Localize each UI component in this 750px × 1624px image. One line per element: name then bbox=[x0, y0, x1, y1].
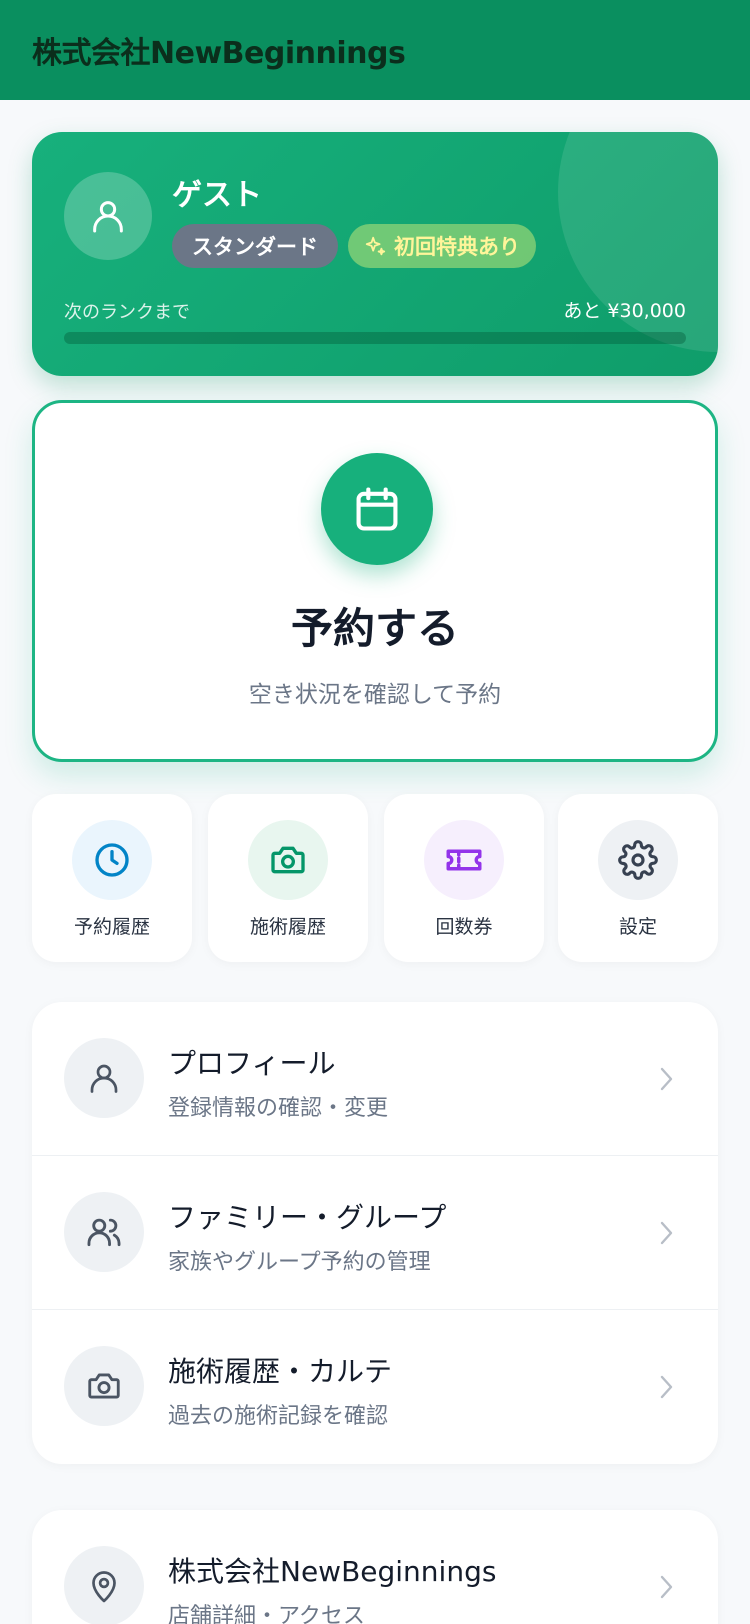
app-title: 株式会社NewBeginnings bbox=[32, 36, 406, 71]
menu-item-subtitle: 家族やグループ予約の管理 bbox=[168, 1250, 431, 1275]
tile-icon-circle bbox=[424, 820, 504, 900]
gear-icon bbox=[618, 840, 658, 880]
sparkles-icon bbox=[365, 236, 386, 256]
ticket-icon bbox=[446, 849, 482, 871]
users-icon bbox=[87, 1218, 121, 1247]
chevron-right-icon bbox=[660, 1575, 673, 1599]
calendar-icon bbox=[356, 487, 398, 531]
account-menu: プロフィール 登録情報の確認・変更 ファミリー・グループ 家族やグループ予約の管… bbox=[32, 1002, 718, 1464]
chevron-right-icon bbox=[660, 1221, 673, 1245]
reserve-button[interactable]: 予約する 空き状況を確認して予約 bbox=[32, 400, 718, 762]
tile-label: 予約履歴 bbox=[73, 916, 150, 938]
menu-icon-circle bbox=[64, 1192, 144, 1272]
next-rank-label: 次のランクまで bbox=[64, 302, 190, 323]
tile-icon-circle bbox=[72, 820, 152, 900]
tile-label: 施術履歴 bbox=[249, 916, 326, 938]
store-subtitle: 店舗詳細・アクセス bbox=[168, 1604, 365, 1624]
member-name: ゲスト bbox=[172, 178, 262, 213]
camera-icon bbox=[88, 1373, 120, 1399]
rank-progress-bar bbox=[64, 332, 686, 344]
menu-item-family-group[interactable]: ファミリー・グループ 家族やグループ予約の管理 bbox=[32, 1156, 718, 1310]
app-header: 株式会社NewBeginnings bbox=[0, 0, 750, 100]
store-card: 株式会社NewBeginnings 店舗詳細・アクセス bbox=[32, 1510, 718, 1624]
map-pin-icon bbox=[92, 1571, 116, 1603]
menu-icon-circle bbox=[64, 1038, 144, 1118]
menu-item-store-info[interactable]: 株式会社NewBeginnings 店舗詳細・アクセス bbox=[32, 1510, 718, 1624]
menu-item-title: プロフィール bbox=[168, 1047, 336, 1080]
reserve-title: 予約する bbox=[290, 604, 459, 653]
tile-settings[interactable]: 設定 bbox=[558, 794, 718, 962]
clock-icon bbox=[95, 843, 129, 877]
menu-icon-circle bbox=[64, 1546, 144, 1624]
menu-item-subtitle: 登録情報の確認・変更 bbox=[168, 1096, 389, 1121]
tile-icon-circle bbox=[598, 820, 678, 900]
tile-coupon-ticket[interactable]: 回数券 bbox=[384, 794, 544, 962]
chevron-right-icon bbox=[660, 1375, 673, 1399]
rank-badge: スタンダード bbox=[172, 224, 338, 268]
menu-item-profile[interactable]: プロフィール 登録情報の確認・変更 bbox=[32, 1002, 718, 1156]
benefit-badge-label: 初回特典あり bbox=[394, 235, 520, 259]
member-card[interactable]: ゲスト スタンダード 初回特典あり 次のランクまで あと ¥30,000 bbox=[32, 132, 718, 376]
benefit-badge: 初回特典あり bbox=[348, 224, 536, 268]
menu-item-title: 施術履歴・カルテ bbox=[168, 1355, 393, 1388]
avatar bbox=[64, 172, 152, 260]
tile-treatment-history[interactable]: 施術履歴 bbox=[208, 794, 368, 962]
tile-label: 回数券 bbox=[435, 916, 493, 938]
menu-icon-circle bbox=[64, 1346, 144, 1426]
store-title: 株式会社NewBeginnings bbox=[168, 1555, 497, 1588]
menu-item-title: ファミリー・グループ bbox=[168, 1201, 447, 1234]
reserve-icon-circle bbox=[321, 453, 433, 565]
chevron-right-icon bbox=[660, 1067, 673, 1091]
menu-item-treatment-records[interactable]: 施術履歴・カルテ 過去の施術記録を確認 bbox=[32, 1310, 718, 1464]
user-icon bbox=[93, 201, 123, 233]
tile-icon-circle bbox=[248, 820, 328, 900]
camera-icon bbox=[271, 846, 305, 874]
menu-item-subtitle: 過去の施術記録を確認 bbox=[168, 1404, 389, 1429]
user-icon bbox=[90, 1064, 118, 1093]
tile-reservation-history[interactable]: 予約履歴 bbox=[32, 794, 192, 962]
tile-label: 設定 bbox=[618, 916, 657, 938]
reserve-subtitle: 空き状況を確認して予約 bbox=[248, 682, 502, 708]
next-rank-amount: あと ¥30,000 bbox=[563, 300, 686, 322]
